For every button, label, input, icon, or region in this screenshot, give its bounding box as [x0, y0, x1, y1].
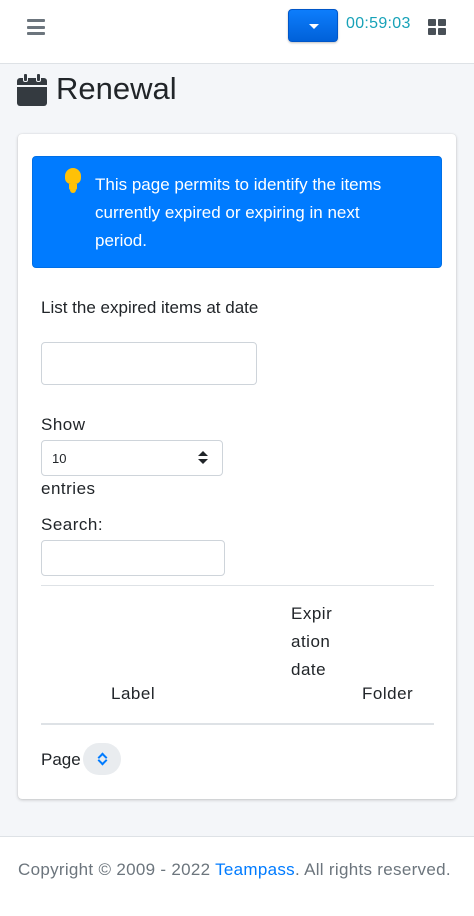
column-header-folder[interactable]: Folder	[362, 684, 413, 704]
teampass-link[interactable]: Teampass	[215, 860, 295, 879]
page-label: Page	[41, 750, 81, 769]
chevron-updown-icon	[97, 752, 107, 766]
copyright-prefix: Copyright © 2009 - 2022	[18, 860, 216, 879]
calendar-icon	[17, 72, 47, 106]
entries-label: entries	[41, 479, 96, 498]
date-label: List the expired items at date	[41, 298, 259, 317]
copyright-suffix: . All rights reserved.	[294, 860, 451, 879]
expiration-date-input[interactable]	[41, 342, 257, 385]
show-label: Show	[41, 415, 86, 434]
page-title: Renewal	[56, 71, 177, 106]
search-label: Search:	[41, 515, 104, 534]
page-header: Renewal	[17, 70, 177, 108]
column-header-expiration-date[interactable]: Expiration date	[291, 600, 337, 684]
table-divider-bottom	[41, 723, 434, 725]
search-input[interactable]	[41, 540, 225, 576]
entries-select-value: 10	[52, 451, 67, 466]
grid-icon[interactable]	[428, 19, 446, 36]
lightbulb-icon	[65, 168, 81, 194]
table-divider-top	[41, 585, 434, 586]
footer: Copyright © 2009 - 2022 Teampass. All ri…	[0, 836, 474, 916]
copyright-text: Copyright © 2009 - 2022 Teampass. All ri…	[18, 856, 458, 884]
info-callout: This page permits to identify the items …	[32, 156, 442, 268]
select-arrows-icon	[198, 451, 208, 465]
renewal-card: This page permits to identify the items …	[18, 134, 456, 799]
user-dropdown-button[interactable]	[288, 9, 338, 42]
entries-per-page-select[interactable]: 10	[41, 440, 223, 476]
session-timer: 00:59:03	[346, 15, 411, 32]
callout-text: This page permits to identify the items …	[95, 175, 382, 250]
hamburger-icon[interactable]	[27, 19, 45, 35]
column-header-label[interactable]: Label	[111, 684, 155, 704]
page-select[interactable]	[83, 743, 121, 775]
top-navbar: 00:59:03	[0, 0, 474, 64]
